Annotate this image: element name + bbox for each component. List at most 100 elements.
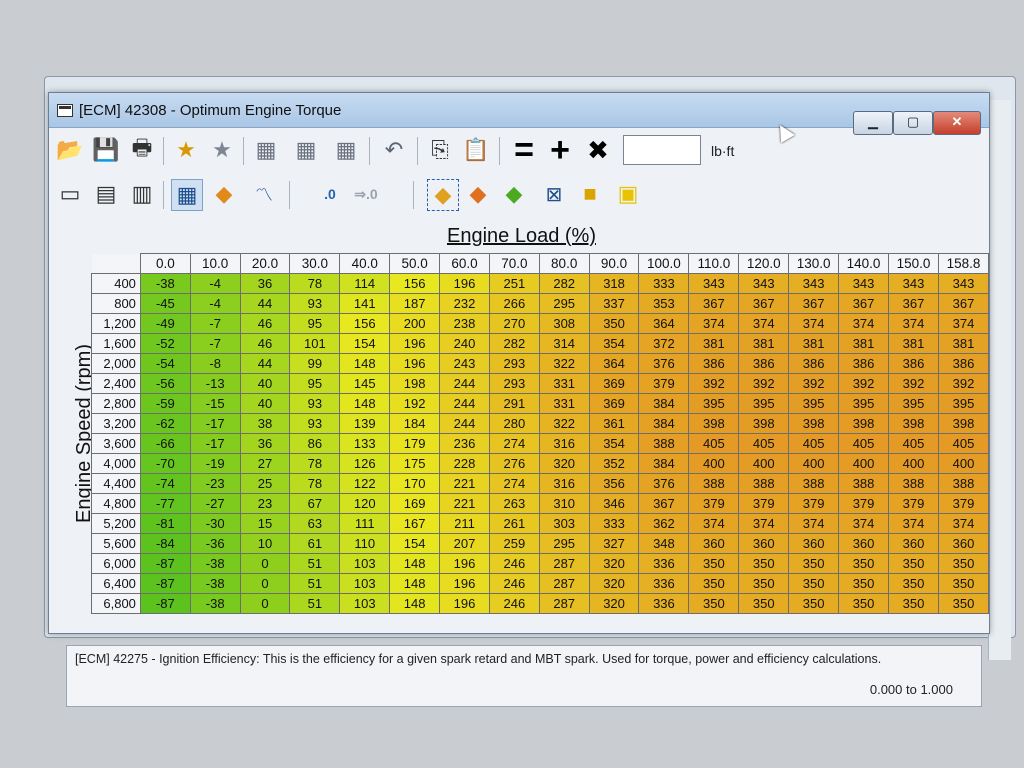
table-cell[interactable]: 395 xyxy=(838,393,890,414)
table-cell[interactable]: 266 xyxy=(488,293,540,314)
table-cell[interactable]: 148 xyxy=(389,593,441,614)
row-header[interactable]: 4,000 xyxy=(91,453,141,474)
table-cell[interactable]: 246 xyxy=(488,553,540,574)
fill-outline-icon[interactable]: ▣ xyxy=(613,179,643,209)
table-cell[interactable]: -38 xyxy=(139,273,191,294)
table-cell[interactable]: 327 xyxy=(588,533,640,554)
table-cell[interactable]: 274 xyxy=(488,433,540,454)
table-cell[interactable]: -87 xyxy=(139,573,191,594)
table-cell[interactable]: 362 xyxy=(638,513,690,534)
table-cell[interactable]: 350 xyxy=(888,593,939,614)
table-cell[interactable]: 367 xyxy=(937,293,990,314)
table-cell[interactable]: 38 xyxy=(239,413,291,434)
table-cell[interactable]: 350 xyxy=(838,573,890,594)
save-icon[interactable]: 💾 xyxy=(91,135,121,165)
row-header[interactable]: 6,000 xyxy=(91,553,141,574)
table-cell[interactable]: 93 xyxy=(289,393,341,414)
increase-decimals-icon[interactable]: .0 xyxy=(315,179,345,209)
table-cell[interactable]: 376 xyxy=(638,473,690,494)
table-cell[interactable]: 187 xyxy=(389,293,441,314)
background-window-scrollbar[interactable] xyxy=(988,100,1011,660)
table-cell[interactable]: -70 xyxy=(139,453,191,474)
table-cell[interactable]: 336 xyxy=(638,593,690,614)
table-cell[interactable]: -84 xyxy=(139,533,191,554)
table-cell[interactable]: 291 xyxy=(488,393,540,414)
table-cell[interactable]: 78 xyxy=(289,473,341,494)
table-cell[interactable]: 251 xyxy=(488,273,540,294)
table-cell[interactable]: 343 xyxy=(838,273,890,294)
table-cell[interactable]: 379 xyxy=(738,493,790,514)
table-cell[interactable]: 356 xyxy=(588,473,640,494)
table-cell[interactable]: 400 xyxy=(688,453,740,474)
row-header[interactable]: 4,800 xyxy=(91,493,141,514)
table-cell[interactable]: 246 xyxy=(488,573,540,594)
table-cell[interactable]: 388 xyxy=(738,473,790,494)
table-cell[interactable]: 386 xyxy=(738,353,790,374)
table-cell[interactable]: 23 xyxy=(239,493,291,514)
plus-icon[interactable]: + xyxy=(545,131,575,169)
table-cell[interactable]: 148 xyxy=(339,393,391,414)
table-cell[interactable]: 400 xyxy=(788,453,840,474)
table-cell[interactable]: 350 xyxy=(688,553,740,574)
table-cell[interactable]: 40 xyxy=(239,393,291,414)
column-header[interactable]: 70.0 xyxy=(488,253,540,274)
table-cell[interactable]: 40 xyxy=(239,373,291,394)
table-cell[interactable]: 295 xyxy=(538,293,590,314)
print-icon[interactable]: 🖶 xyxy=(127,135,157,165)
surface-tilt-icon[interactable]: ◆ xyxy=(463,179,493,209)
table-cell[interactable]: 211 xyxy=(439,513,490,534)
table-cell[interactable]: 261 xyxy=(488,513,540,534)
table-cell[interactable]: 392 xyxy=(788,373,840,394)
table-cell[interactable]: 303 xyxy=(538,513,590,534)
table-cell[interactable]: 103 xyxy=(339,573,391,594)
table-cell[interactable]: -7 xyxy=(189,313,241,334)
table-cell[interactable]: 44 xyxy=(239,353,291,374)
table-cell[interactable]: 348 xyxy=(638,533,690,554)
column-header[interactable]: 80.0 xyxy=(538,253,590,274)
table-cell[interactable]: 310 xyxy=(538,493,590,514)
table-cell[interactable]: 0 xyxy=(239,593,291,614)
table-cell[interactable]: 405 xyxy=(937,433,990,454)
table-cell[interactable]: 386 xyxy=(937,353,990,374)
table-cell[interactable]: 244 xyxy=(439,413,490,434)
table-cell[interactable]: 343 xyxy=(937,273,990,294)
table-cell[interactable]: 280 xyxy=(488,413,540,434)
table-cell[interactable]: 263 xyxy=(488,493,540,514)
table-cell[interactable]: 350 xyxy=(788,573,840,594)
table-cell[interactable]: 400 xyxy=(937,453,990,474)
table-cell[interactable]: -4 xyxy=(189,293,241,314)
table-cell[interactable]: 236 xyxy=(439,433,490,454)
table-cell[interactable]: 322 xyxy=(538,353,590,374)
table-cell[interactable]: 350 xyxy=(788,553,840,574)
table-cell[interactable]: 282 xyxy=(488,333,540,354)
table-cell[interactable]: 78 xyxy=(289,273,341,294)
table-cell[interactable]: -87 xyxy=(139,553,191,574)
column-header[interactable]: 90.0 xyxy=(588,253,640,274)
table-cell[interactable]: 379 xyxy=(838,493,890,514)
table-cell[interactable]: 405 xyxy=(838,433,890,454)
table-cell[interactable]: 364 xyxy=(588,353,640,374)
table-cell[interactable]: 141 xyxy=(339,293,391,314)
table-cell[interactable]: 350 xyxy=(888,553,939,574)
table-cell[interactable]: 395 xyxy=(738,393,790,414)
table-cell[interactable]: 196 xyxy=(439,573,490,594)
table-cell[interactable]: 346 xyxy=(588,493,640,514)
table-cell[interactable]: 350 xyxy=(688,593,740,614)
column-header[interactable]: 100.0 xyxy=(638,253,690,274)
table-cell[interactable]: 381 xyxy=(688,333,740,354)
table-cell[interactable]: 392 xyxy=(937,373,990,394)
table-cell[interactable]: 15 xyxy=(239,513,291,534)
table-cell[interactable]: 103 xyxy=(339,553,391,574)
table-cell[interactable]: 367 xyxy=(638,493,690,514)
table-cell[interactable]: -38 xyxy=(189,553,241,574)
row-header[interactable]: 2,000 xyxy=(91,353,141,374)
table-cell[interactable]: -56 xyxy=(139,373,191,394)
view-single-icon[interactable]: ▭ xyxy=(55,179,85,209)
table-cell[interactable]: 179 xyxy=(389,433,441,454)
table-cell[interactable]: 379 xyxy=(937,493,990,514)
table-cell[interactable]: -74 xyxy=(139,473,191,494)
table-cell[interactable]: -81 xyxy=(139,513,191,534)
table-cell[interactable]: 360 xyxy=(738,533,790,554)
table-cell[interactable]: 343 xyxy=(888,273,939,294)
decrease-decimals-icon[interactable]: ⇒.0 xyxy=(351,179,381,209)
